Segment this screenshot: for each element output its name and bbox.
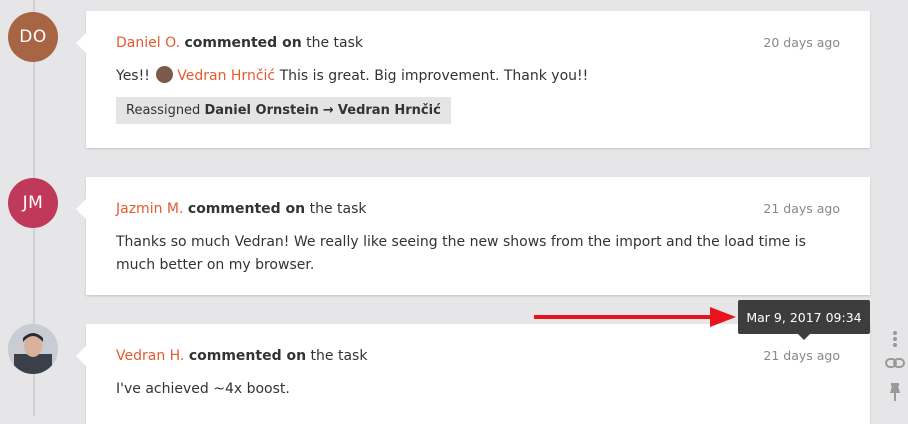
reassign-arrow: → (322, 103, 334, 118)
timestamp-tooltip: Mar 9, 2017 09:34 (738, 300, 870, 340)
timestamp[interactable]: 20 days ago (763, 35, 840, 50)
body-suffix: This is great. Big improvement. Thank yo… (279, 68, 589, 84)
mention-link[interactable]: Vedran Hrnčić (177, 68, 275, 84)
timestamp[interactable]: 21 days ago (763, 201, 840, 216)
annotation-arrow-icon (534, 307, 736, 327)
comment-body: Thanks so much Vedran! We really like se… (116, 234, 806, 273)
target-text: the task (309, 201, 367, 217)
reassign-to: Vedran Hrnčić (337, 103, 441, 118)
profile-photo-icon (8, 324, 58, 374)
action-text: commented on (188, 348, 307, 364)
more-vertical-icon[interactable] (885, 329, 905, 349)
target-text: the task (306, 35, 364, 51)
comment-card: Jazmin M. commented on the task 21 days … (76, 177, 870, 295)
mention-avatar (156, 66, 174, 83)
author-link[interactable]: Daniel O. (116, 35, 180, 51)
comment-header: Vedran H. commented on the task (116, 348, 367, 364)
comment-body: Yes!! Vedran Hrnčić This is great. Big i… (116, 65, 840, 88)
avatar[interactable] (8, 324, 58, 374)
reassign-chip: Reassigned Daniel Ornstein → Vedran Hrnč… (116, 97, 451, 124)
action-text: commented on (187, 201, 306, 217)
link-icon[interactable] (885, 353, 905, 373)
timestamp[interactable]: 21 days ago (763, 348, 840, 363)
comment-body: I've achieved ~4x boost. (116, 381, 290, 397)
target-text: the task (310, 348, 368, 364)
comment-card: Daniel O. commented on the task 20 days … (76, 11, 870, 148)
comment-card: Vedran H. commented on the task 21 days … (76, 324, 870, 424)
reassign-from: Daniel Ornstein (204, 103, 319, 118)
author-link[interactable]: Vedran H. (116, 348, 184, 364)
reassign-label: Reassigned (126, 103, 201, 118)
pin-icon[interactable] (885, 382, 905, 402)
action-text: commented on (184, 35, 302, 51)
avatar[interactable]: JM (8, 178, 58, 228)
avatar[interactable]: DO (8, 12, 58, 62)
body-prefix: Yes!! (116, 68, 150, 84)
author-link[interactable]: Jazmin M. (116, 201, 183, 217)
comment-header: Jazmin M. commented on the task (116, 201, 366, 217)
comment-header: Daniel O. commented on the task (116, 35, 363, 51)
